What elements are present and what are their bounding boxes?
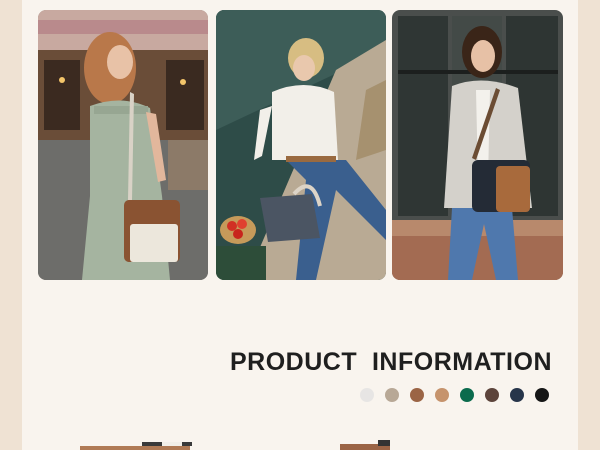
lifestyle-photo-cafe[interactable]	[38, 10, 208, 280]
product-preview-strip	[80, 440, 390, 450]
color-swatch-green[interactable]	[460, 388, 474, 402]
color-swatch-navy[interactable]	[510, 388, 524, 402]
product-page: PRODUCT INFORMATION	[22, 0, 578, 450]
color-swatches	[358, 388, 558, 404]
woman-with-crossbody-bag-cafe-photo	[38, 10, 208, 280]
product-information-heading: PRODUCT INFORMATION	[229, 348, 552, 376]
color-swatch-camel[interactable]	[435, 388, 449, 402]
color-swatch-dark-brown[interactable]	[485, 388, 499, 402]
color-swatch-brown[interactable]	[410, 388, 424, 402]
color-swatch-taupe[interactable]	[385, 388, 399, 402]
lifestyle-photo-street[interactable]	[392, 10, 563, 280]
lifestyle-photo-riverside[interactable]	[216, 10, 386, 280]
color-swatch-black[interactable]	[535, 388, 549, 402]
woman-walking-plaid-blazer-photo	[392, 10, 563, 280]
woman-sitting-riverside-photo	[216, 10, 386, 280]
color-swatch-light-grey[interactable]	[360, 388, 374, 402]
